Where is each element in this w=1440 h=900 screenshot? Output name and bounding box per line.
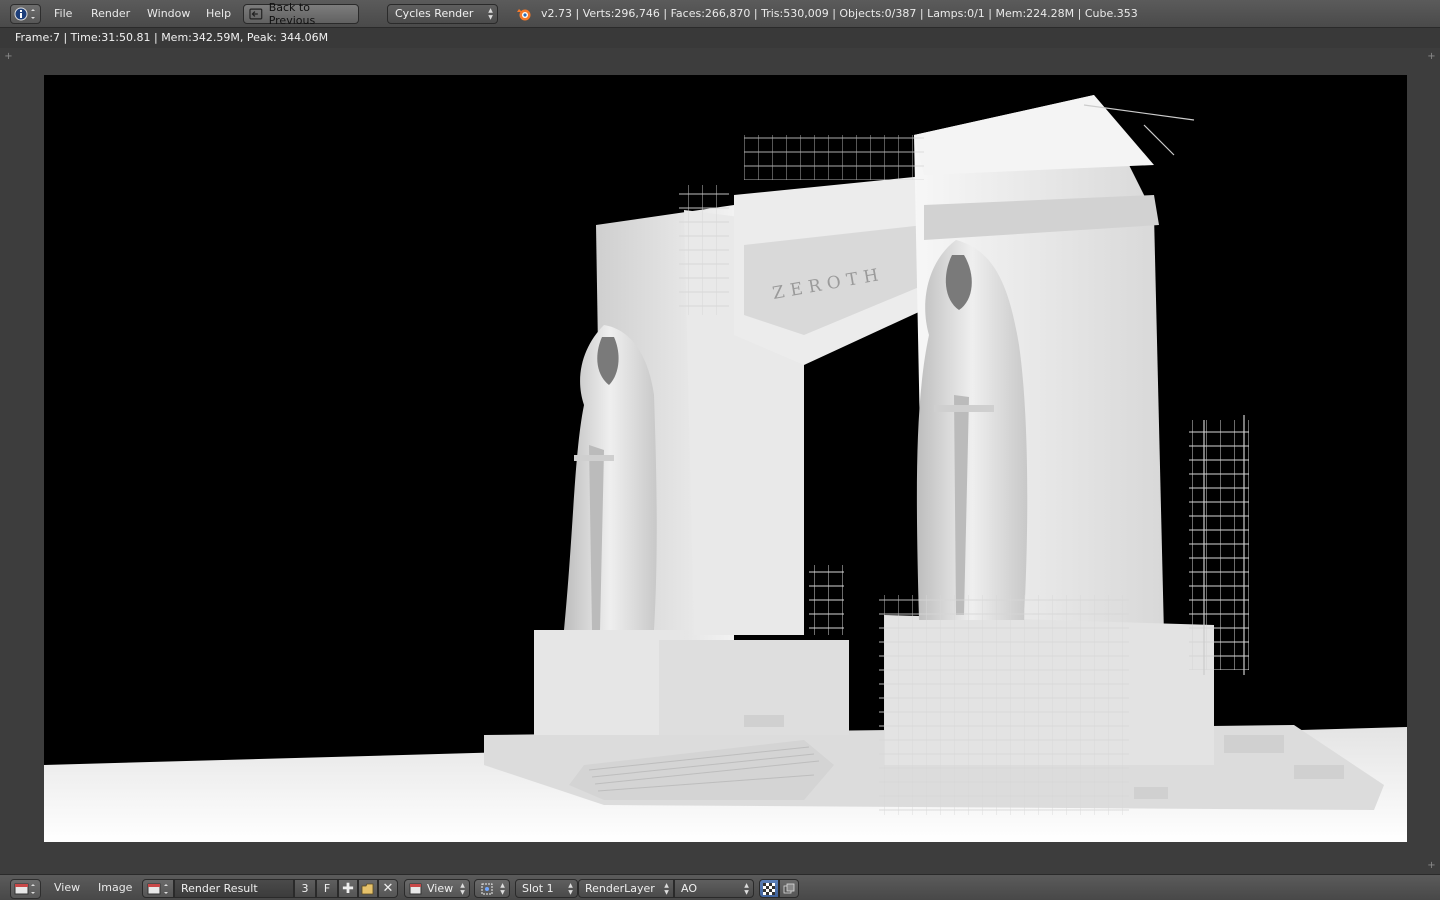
- updown-arrows-icon: ▲ ▼: [460, 882, 465, 896]
- slot-label: Slot 1: [522, 882, 554, 895]
- back-arrow-icon: [249, 8, 263, 20]
- menu-file[interactable]: File: [52, 5, 74, 23]
- menu-view[interactable]: View: [54, 880, 80, 896]
- image-rgb-icon: [783, 883, 795, 893]
- render-pass-label: AO: [681, 882, 697, 895]
- render-engine-label: Cycles Render: [395, 7, 474, 20]
- scene-statistics: v2.73 | Verts:296,746 | Faces:266,870 | …: [541, 7, 1138, 20]
- render-info-text: Frame:7 | Time:31:50.81 | Mem:342.59M, P…: [15, 31, 329, 44]
- info-icon: [14, 7, 35, 21]
- menu-window[interactable]: Window: [145, 5, 192, 23]
- updown-arrows-icon: ▲ ▼: [744, 882, 749, 896]
- updown-arrows-icon: ▲ ▼: [500, 882, 505, 896]
- image-editor-icon: [14, 883, 35, 895]
- menu-render[interactable]: Render: [89, 5, 132, 23]
- checkerboard-icon: [763, 882, 775, 895]
- updown-arrows-icon: ▲ ▼: [568, 882, 573, 896]
- image-view-icon: [409, 883, 422, 894]
- plus-icon: ✚: [342, 880, 354, 897]
- image-editor-viewport[interactable]: + + ZEROTH +: [0, 48, 1440, 874]
- area-split-corner-icon[interactable]: +: [1427, 861, 1436, 871]
- user-count-button[interactable]: 3: [294, 879, 316, 898]
- render-info-bar: Frame:7 | Time:31:50.81 | Mem:342.59M, P…: [0, 28, 1440, 48]
- image-editor-header: View Image Render Result 3 F ✚ ✕ View ▲ ▼: [0, 874, 1440, 900]
- slot-select[interactable]: Slot 1 ▲ ▼: [515, 879, 578, 898]
- image-name-field[interactable]: Render Result: [174, 879, 294, 898]
- render-pass-select[interactable]: AO ▲ ▼: [674, 879, 754, 898]
- pivot-select[interactable]: ▲ ▼: [474, 879, 510, 898]
- back-to-previous-button[interactable]: Back to Previous: [243, 1, 359, 27]
- fake-user-label: F: [323, 882, 331, 895]
- image-browse-icon: [147, 883, 168, 894]
- updown-arrows-icon: ▲ ▼: [488, 7, 493, 21]
- user-count-label: 3: [301, 882, 309, 895]
- unlink-image-button[interactable]: ✕: [378, 879, 398, 898]
- updown-arrows-icon: ▲ ▼: [664, 882, 669, 896]
- area-split-corner-icon[interactable]: +: [4, 52, 13, 62]
- menu-help[interactable]: Help: [204, 5, 233, 23]
- area-split-corner-icon[interactable]: +: [1427, 52, 1436, 62]
- render-layer-select[interactable]: RenderLayer ▲ ▼: [578, 879, 674, 898]
- view-mode-select[interactable]: View ▲ ▼: [404, 879, 470, 898]
- fake-user-button[interactable]: F: [316, 879, 338, 898]
- back-to-previous-label: Back to Previous: [268, 1, 316, 27]
- render-layer-label: RenderLayer: [585, 882, 655, 895]
- open-image-button[interactable]: [358, 879, 378, 898]
- image-name-label: Render Result: [181, 882, 258, 895]
- blender-logo-icon: [517, 9, 531, 21]
- render-image-drawing: ZEROTH: [44, 95, 1407, 842]
- info-header: File Render Window Help Back to Previous…: [0, 0, 1440, 28]
- close-icon: ✕: [382, 881, 394, 896]
- editor-type-selector[interactable]: [10, 879, 41, 899]
- draw-without-alpha-button[interactable]: [779, 879, 799, 898]
- menu-image[interactable]: Image: [98, 880, 132, 896]
- render-engine-select[interactable]: Cycles Render ▲ ▼: [387, 4, 498, 24]
- pivot-icon: [481, 883, 493, 894]
- draw-with-alpha-button[interactable]: [759, 879, 779, 898]
- render-result-image: ZEROTH: [44, 75, 1407, 842]
- view-mode-label: View: [427, 882, 454, 895]
- editor-type-selector[interactable]: [10, 4, 41, 24]
- folder-icon: [361, 883, 374, 894]
- new-image-button[interactable]: ✚: [338, 879, 358, 898]
- image-browse-button[interactable]: [142, 879, 174, 898]
